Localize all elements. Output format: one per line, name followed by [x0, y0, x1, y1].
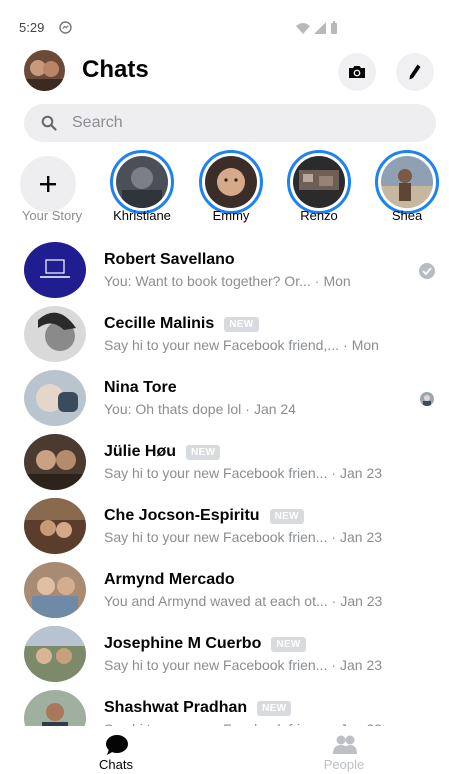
chat-time: Mon: [323, 273, 351, 289]
story-shea[interactable]: Shea: [365, 150, 449, 230]
chat-name: Robert Savellano: [104, 251, 235, 268]
plus-icon: [40, 176, 56, 192]
people-icon: [333, 735, 357, 754]
story-label: Renzo: [300, 208, 338, 223]
avatar: [24, 370, 86, 426]
chat-name: Shashwat Pradhan: [104, 699, 248, 716]
profile-avatar[interactable]: [24, 50, 65, 91]
chat-time: Jan 23: [340, 657, 383, 673]
tab-label: People: [323, 757, 365, 772]
header: Chats: [0, 46, 449, 96]
delivered-check-icon: [419, 263, 435, 279]
search-bar[interactable]: [24, 104, 436, 142]
chat-time: Jan 23: [340, 529, 383, 545]
separator: ·: [314, 273, 320, 289]
messenger-notification-icon: [59, 21, 72, 34]
separator: ·: [331, 529, 337, 545]
chat-preview: Say hi to your new Facebook frien...: [104, 657, 328, 673]
status-bar: 5:29: [0, 0, 449, 40]
chat-time: Jan 24: [253, 401, 296, 417]
tab-chats[interactable]: Chats: [56, 726, 176, 774]
avatar: [24, 434, 86, 490]
avatar: [24, 306, 86, 362]
chat-name: Nina Tore: [104, 379, 177, 396]
chat-row-armynd-mercado[interactable]: Armynd Mercado You and Armynd waved at e…: [0, 558, 449, 622]
story-renzo[interactable]: Renzo: [277, 150, 361, 230]
chat-bubble-icon: [106, 735, 128, 755]
chat-time: Mon: [351, 337, 379, 353]
compose-button[interactable]: [396, 53, 434, 91]
avatar: [24, 242, 86, 298]
chat-name: Armynd Mercado: [104, 571, 235, 588]
separator: ·: [245, 401, 250, 417]
separator: ·: [331, 465, 337, 481]
chat-name: Josephine M Cuerbo: [104, 635, 262, 652]
camera-button[interactable]: [338, 53, 376, 91]
chat-time: Jan 23: [340, 593, 383, 609]
page-title: Chats: [82, 56, 149, 83]
separator: ·: [343, 337, 348, 353]
chat-row-che-jocson-espiritu[interactable]: Che Jocson-Espiritu NEW Say hi to your n…: [0, 494, 449, 558]
chat-row-josephine-m-cuerbo[interactable]: Josephine M Cuerbo NEW Say hi to your ne…: [0, 622, 449, 686]
story-ring: [375, 150, 439, 214]
seen-avatar-icon: [420, 392, 434, 406]
chat-row-nina-tore[interactable]: Nina Tore You: Oh thats dope lol · Jan 2…: [0, 366, 449, 430]
story-ring: [287, 150, 351, 214]
chat-name: Che Jocson-Espiritu: [104, 507, 260, 524]
tab-label: Chats: [99, 757, 133, 772]
story-khristiane[interactable]: Khristiane: [100, 150, 184, 230]
story-label: Your Story: [21, 208, 83, 223]
story-label: Emmy: [212, 208, 250, 223]
camera-icon: [349, 66, 365, 78]
chat-time: Jan 23: [340, 465, 383, 481]
chat-preview: You: Want to book together? Or...: [104, 273, 311, 289]
avatar: [24, 562, 86, 618]
tab-people[interactable]: People: [284, 726, 404, 774]
chat-list: Robert Savellano You: Want to book toget…: [0, 238, 449, 730]
chat-row-cecille-malinis[interactable]: Cecille Malinis NEW Say hi to your new F…: [0, 302, 449, 366]
stories-row: Your Story Khristiane Emmy Renzo Shea: [0, 150, 449, 230]
separator: ·: [331, 657, 337, 673]
new-badge: NEW: [257, 700, 292, 716]
story-label: Khristiane: [113, 208, 171, 223]
chat-name: Jülie Høu: [104, 443, 177, 460]
chat-row-shashwat-pradhan[interactable]: Shashwat Pradhan NEW Say hi to your new …: [0, 686, 449, 730]
avatar: [24, 690, 86, 730]
chat-row-robert-savellano[interactable]: Robert Savellano You: Want to book toget…: [0, 238, 449, 302]
new-badge: NEW: [186, 444, 221, 460]
story-label: Shea: [391, 208, 423, 223]
search-icon: [41, 115, 57, 131]
add-story-button[interactable]: [20, 156, 76, 212]
chat-preview: Say hi to your new Facebook frien...: [104, 465, 328, 481]
new-badge: NEW: [269, 508, 304, 524]
search-input[interactable]: [72, 104, 412, 142]
chat-row-julie-hou[interactable]: Jülie Høu NEW Say hi to your new Faceboo…: [0, 430, 449, 494]
story-ring: [199, 150, 263, 214]
separator: ·: [331, 593, 337, 609]
story-your-story[interactable]: Your Story: [10, 150, 94, 230]
chat-preview: You: Oh thats dope lol: [104, 401, 242, 417]
new-badge: NEW: [224, 316, 259, 332]
status-indicators-icon: [296, 21, 337, 34]
avatar: [24, 626, 86, 682]
avatar: [24, 498, 86, 554]
chat-preview: You and Armynd waved at each ot...: [104, 593, 328, 609]
new-badge: NEW: [271, 636, 306, 652]
chat-preview: Say hi to your new Facebook friend,...: [104, 337, 340, 353]
status-time: 5:29: [19, 20, 45, 35]
story-ring: [110, 150, 174, 214]
chat-preview: Say hi to your new Facebook frien...: [104, 529, 328, 545]
story-emmy[interactable]: Emmy: [189, 150, 273, 230]
chat-name: Cecille Malinis: [104, 315, 215, 332]
compose-icon: [409, 64, 421, 80]
bottom-nav: Chats People: [0, 726, 449, 774]
